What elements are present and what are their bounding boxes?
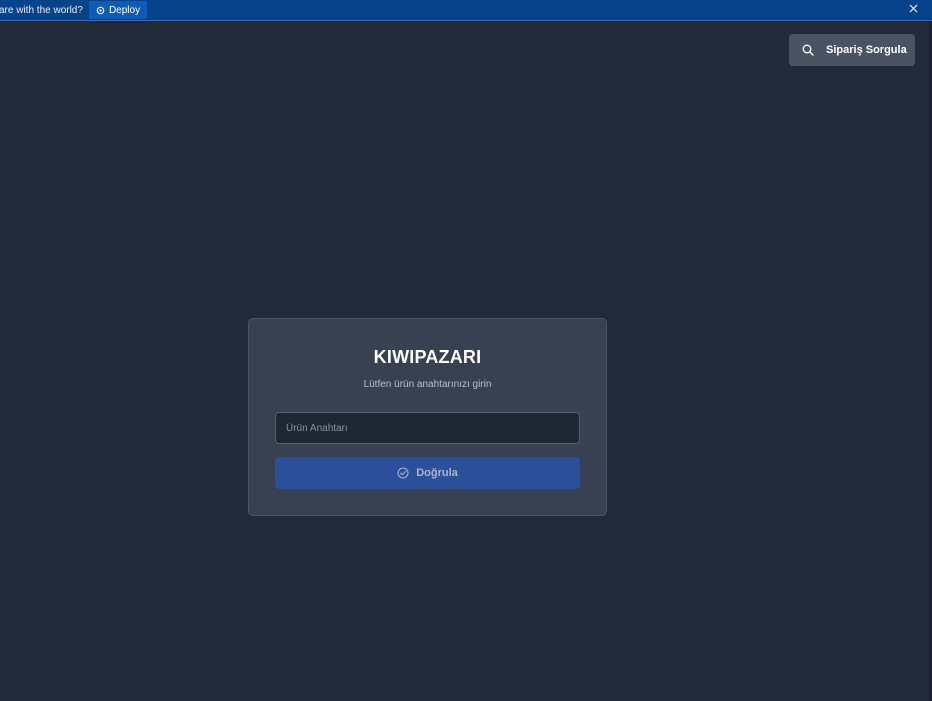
close-icon	[908, 4, 918, 16]
order-query-button[interactable]: Sipariş Sorgula	[789, 34, 915, 66]
product-key-input[interactable]	[275, 412, 580, 444]
close-banner-button[interactable]	[906, 1, 920, 19]
verify-button-label: Doğrula	[416, 467, 458, 479]
rocket-icon	[96, 6, 105, 15]
deploy-button[interactable]: Deploy	[88, 1, 148, 19]
card-subtitle: Lütfen ürün anahtarınızı girin	[363, 379, 492, 390]
deploy-button-label: Deploy	[108, 4, 141, 16]
deploy-prompt-text: are with the world?	[0, 4, 83, 16]
verify-button[interactable]: Doğrula	[275, 457, 580, 489]
app-title: KIWIPAZARI	[373, 347, 482, 367]
order-query-label: Sipariş Sorgula	[826, 44, 907, 56]
check-circle-icon	[397, 467, 409, 479]
license-card: KIWIPAZARI Lütfen ürün anahtarınızı giri…	[248, 318, 607, 516]
search-icon	[802, 44, 814, 56]
deploy-banner: are with the world? Deploy	[0, 0, 932, 21]
